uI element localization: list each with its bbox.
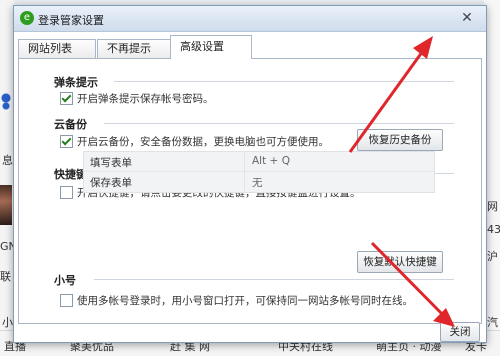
- section-title-sub-account: 小号: [54, 274, 76, 287]
- tab-no-prompt[interactable]: 不再提示: [97, 39, 171, 58]
- sub-account-checkbox[interactable]: [60, 293, 73, 307]
- hotkey-name: 保存表单: [90, 177, 132, 189]
- popup-option-label: 开启弹条提示保存帐号密码。: [77, 92, 214, 105]
- hotkey-value[interactable]: 无: [252, 175, 263, 190]
- login-manager-logo-icon: e: [20, 11, 34, 25]
- popup-checkbox[interactable]: [60, 91, 73, 105]
- hotkey-name: 填写表单: [90, 157, 132, 169]
- section-divider: [94, 279, 454, 280]
- dialog-footer: 关闭: [14, 322, 486, 342]
- section-title-cloud-backup: 云备份: [54, 118, 87, 131]
- background-text: 小: [2, 316, 13, 329]
- section-title-popup: 弹条提示: [54, 76, 98, 89]
- restore-backup-button[interactable]: 恢复历史备份: [357, 129, 443, 151]
- background-left-strip: [0, 0, 14, 355]
- cloud-backup-checkbox[interactable]: [60, 134, 73, 148]
- dialog-title: 登录管家设置: [38, 14, 104, 27]
- hotkey-row[interactable]: 填写表单 Alt + Q: [84, 152, 434, 172]
- tab-advanced-settings[interactable]: 高级设置: [170, 35, 252, 59]
- restore-default-hotkey-button[interactable]: 恢复默认快捷键: [357, 251, 443, 273]
- settings-dialog: e 登录管家设置 ✕ 网站列表 不再提示 高级设置 弹条提示 开启弹条提示保存帐…: [13, 5, 487, 343]
- popup-option[interactable]: 开启弹条提示保存帐号密码。: [60, 91, 214, 105]
- close-icon[interactable]: ✕: [457, 9, 477, 27]
- sub-account-option-label: 使用多帐号登录时，用小号窗口打开，可保持同一网站多帐号同时在线。: [77, 294, 413, 307]
- background-avatar: [0, 185, 12, 225]
- background-text: 43: [487, 223, 500, 236]
- hotkey-table: 填写表单 Alt + Q 保存表单 无: [83, 151, 435, 193]
- hotkey-value[interactable]: Alt + Q: [252, 155, 290, 167]
- column-divider: [244, 152, 245, 171]
- background-text: 息: [2, 154, 13, 167]
- dialog-titlebar[interactable]: e 登录管家设置 ✕: [14, 6, 486, 32]
- cloud-backup-option-label: 开启云备份，安全备份数据，更换电脑也可方便使用。: [77, 135, 329, 148]
- hotkey-row[interactable]: 保存表单 无: [84, 172, 434, 191]
- sub-account-option[interactable]: 使用多帐号登录时，用小号窗口打开，可保持同一网站多帐号同时在线。: [60, 293, 413, 307]
- background-text: 沪: [487, 250, 498, 263]
- tab-site-list[interactable]: 网站列表: [18, 39, 96, 58]
- hotkey-checkbox[interactable]: [60, 185, 73, 199]
- background-text: 汽: [487, 316, 498, 329]
- section-divider: [114, 81, 454, 82]
- baidu-paw-icon: [0, 92, 12, 110]
- section-divider: [104, 123, 454, 124]
- close-button[interactable]: 关闭: [440, 322, 480, 342]
- cloud-backup-option[interactable]: 开启云备份，安全备份数据，更换电脑也可方便使用。: [60, 134, 329, 148]
- background-text: 网: [487, 200, 498, 213]
- background-text: 联: [0, 270, 11, 283]
- column-divider: [244, 172, 245, 191]
